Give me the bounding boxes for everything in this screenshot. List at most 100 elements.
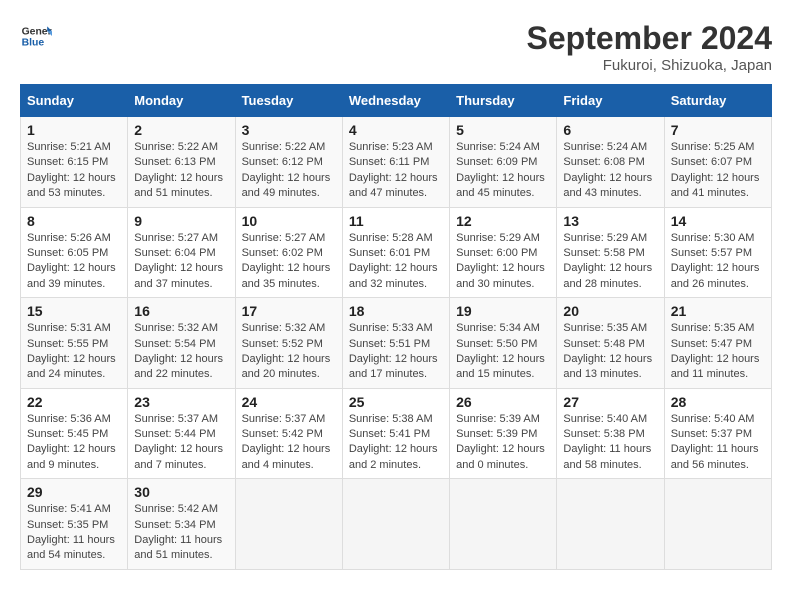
- calendar-cell: 5 Sunrise: 5:24 AMSunset: 6:09 PMDaylight…: [450, 117, 557, 208]
- day-number: 17: [242, 303, 336, 319]
- day-number: 22: [27, 394, 121, 410]
- day-number: 20: [563, 303, 657, 319]
- day-info: Sunrise: 5:22 AMSunset: 6:13 PMDaylight:…: [134, 140, 228, 202]
- weekday-header: Wednesday: [342, 85, 449, 117]
- day-info: Sunrise: 5:26 AMSunset: 6:05 PMDaylight:…: [27, 231, 121, 293]
- calendar-cell: 6Sunrise: 5:24 AMSunset: 6:08 PMDaylight…: [557, 117, 664, 208]
- day-info: Sunrise: 5:42 AMSunset: 5:34 PMDaylight:…: [134, 502, 228, 564]
- weekday-header: Tuesday: [235, 85, 342, 117]
- day-info: Sunrise: 5:23 AMSunset: 6:11 PMDaylight:…: [349, 140, 443, 202]
- weekday-header: Saturday: [664, 85, 771, 117]
- day-info: Sunrise: 5:37 AMSunset: 5:42 PMDaylight:…: [242, 412, 336, 474]
- page-header: General Blue September 2024 Fukuroi, Shi…: [20, 20, 772, 74]
- day-info: Sunrise: 5:29 AMSunset: 5:58 PMDaylight:…: [563, 231, 657, 293]
- location-subtitle: Fukuroi, Shizuoka, Japan: [527, 57, 772, 74]
- calendar-cell: 21 Sunrise: 5:35 AMSunset: 5:47 PMDayligh…: [664, 298, 771, 389]
- calendar-cell: 10 Sunrise: 5:27 AMSunset: 6:02 PMDayligh…: [235, 207, 342, 298]
- calendar-week-row: 22 Sunrise: 5:36 AMSunset: 5:45 PMDayligh…: [21, 388, 772, 479]
- day-info: Sunrise: 5:30 AMSunset: 5:57 PMDaylight:…: [671, 231, 765, 293]
- calendar-cell: 3 Sunrise: 5:22 AMSunset: 6:12 PMDaylight…: [235, 117, 342, 208]
- calendar-cell: [235, 479, 342, 570]
- day-info: Sunrise: 5:36 AMSunset: 5:45 PMDaylight:…: [27, 412, 121, 474]
- calendar-cell: 28Sunrise: 5:40 AMSunset: 5:37 PMDayligh…: [664, 388, 771, 479]
- weekday-header: Monday: [128, 85, 235, 117]
- weekday-header: Sunday: [21, 85, 128, 117]
- calendar-cell: 9Sunrise: 5:27 AMSunset: 6:04 PMDaylight…: [128, 207, 235, 298]
- day-info: Sunrise: 5:40 AMSunset: 5:38 PMDaylight:…: [563, 412, 657, 474]
- month-title: September 2024: [527, 20, 772, 57]
- calendar-cell: 16Sunrise: 5:32 AMSunset: 5:54 PMDayligh…: [128, 298, 235, 389]
- day-number: 26: [456, 394, 550, 410]
- day-info: Sunrise: 5:39 AMSunset: 5:39 PMDaylight:…: [456, 412, 550, 474]
- day-number: 14: [671, 213, 765, 229]
- day-info: Sunrise: 5:24 AMSunset: 6:08 PMDaylight:…: [563, 140, 657, 202]
- calendar-cell: 30 Sunrise: 5:42 AMSunset: 5:34 PMDayligh…: [128, 479, 235, 570]
- calendar-cell: 29 Sunrise: 5:41 AMSunset: 5:35 PMDayligh…: [21, 479, 128, 570]
- day-info: Sunrise: 5:35 AMSunset: 5:47 PMDaylight:…: [671, 321, 765, 383]
- day-info: Sunrise: 5:38 AMSunset: 5:41 PMDaylight:…: [349, 412, 443, 474]
- day-info: Sunrise: 5:31 AMSunset: 5:55 PMDaylight:…: [27, 321, 121, 383]
- day-number: 30: [134, 484, 228, 500]
- day-info: Sunrise: 5:22 AMSunset: 6:12 PMDaylight:…: [242, 140, 336, 202]
- calendar-cell: 19 Sunrise: 5:34 AMSunset: 5:50 PMDayligh…: [450, 298, 557, 389]
- calendar-cell: [450, 479, 557, 570]
- day-number: 5: [456, 122, 550, 138]
- day-info: Sunrise: 5:33 AMSunset: 5:51 PMDaylight:…: [349, 321, 443, 383]
- day-number: 24: [242, 394, 336, 410]
- day-number: 23: [134, 394, 228, 410]
- calendar-cell: 7Sunrise: 5:25 AMSunset: 6:07 PMDaylight…: [664, 117, 771, 208]
- calendar-cell: 18Sunrise: 5:33 AMSunset: 5:51 PMDayligh…: [342, 298, 449, 389]
- calendar-cell: 11 Sunrise: 5:28 AMSunset: 6:01 PMDayligh…: [342, 207, 449, 298]
- day-number: 12: [456, 213, 550, 229]
- calendar-cell: 23 Sunrise: 5:37 AMSunset: 5:44 PMDayligh…: [128, 388, 235, 479]
- day-info: Sunrise: 5:34 AMSunset: 5:50 PMDaylight:…: [456, 321, 550, 383]
- svg-text:Blue: Blue: [22, 38, 45, 49]
- day-number: 29: [27, 484, 121, 500]
- day-number: 25: [349, 394, 443, 410]
- day-info: Sunrise: 5:41 AMSunset: 5:35 PMDaylight:…: [27, 502, 121, 564]
- day-info: Sunrise: 5:40 AMSunset: 5:37 PMDaylight:…: [671, 412, 765, 474]
- day-number: 1: [27, 122, 121, 138]
- calendar-cell: 15 Sunrise: 5:31 AMSunset: 5:55 PMDayligh…: [21, 298, 128, 389]
- calendar-week-row: 15 Sunrise: 5:31 AMSunset: 5:55 PMDayligh…: [21, 298, 772, 389]
- day-number: 11: [349, 213, 443, 229]
- day-info: Sunrise: 5:32 AMSunset: 5:52 PMDaylight:…: [242, 321, 336, 383]
- day-number: 8: [27, 213, 121, 229]
- weekday-header: Thursday: [450, 85, 557, 117]
- calendar-cell: 22 Sunrise: 5:36 AMSunset: 5:45 PMDayligh…: [21, 388, 128, 479]
- calendar-cell: 1Sunrise: 5:21 AMSunset: 6:15 PMDaylight…: [21, 117, 128, 208]
- day-info: Sunrise: 5:27 AMSunset: 6:02 PMDaylight:…: [242, 231, 336, 293]
- day-number: 2: [134, 122, 228, 138]
- calendar-cell: 4 Sunrise: 5:23 AMSunset: 6:11 PMDaylight…: [342, 117, 449, 208]
- calendar-cell: 26 Sunrise: 5:39 AMSunset: 5:39 PMDayligh…: [450, 388, 557, 479]
- logo: General Blue: [20, 20, 52, 52]
- logo-icon: General Blue: [20, 20, 52, 52]
- calendar-cell: 27Sunrise: 5:40 AMSunset: 5:38 PMDayligh…: [557, 388, 664, 479]
- day-info: Sunrise: 5:28 AMSunset: 6:01 PMDaylight:…: [349, 231, 443, 293]
- day-info: Sunrise: 5:25 AMSunset: 6:07 PMDaylight:…: [671, 140, 765, 202]
- weekday-header: Friday: [557, 85, 664, 117]
- day-number: 21: [671, 303, 765, 319]
- calendar-cell: 20 Sunrise: 5:35 AMSunset: 5:48 PMDayligh…: [557, 298, 664, 389]
- calendar-cell: 24 Sunrise: 5:37 AMSunset: 5:42 PMDayligh…: [235, 388, 342, 479]
- calendar-cell: 25 Sunrise: 5:38 AMSunset: 5:41 PMDayligh…: [342, 388, 449, 479]
- calendar-week-row: 8 Sunrise: 5:26 AMSunset: 6:05 PMDaylight…: [21, 207, 772, 298]
- calendar-cell: 12 Sunrise: 5:29 AMSunset: 6:00 PMDayligh…: [450, 207, 557, 298]
- day-number: 4: [349, 122, 443, 138]
- calendar-cell: 8 Sunrise: 5:26 AMSunset: 6:05 PMDaylight…: [21, 207, 128, 298]
- day-number: 3: [242, 122, 336, 138]
- day-info: Sunrise: 5:35 AMSunset: 5:48 PMDaylight:…: [563, 321, 657, 383]
- day-number: 15: [27, 303, 121, 319]
- day-info: Sunrise: 5:27 AMSunset: 6:04 PMDaylight:…: [134, 231, 228, 293]
- day-info: Sunrise: 5:37 AMSunset: 5:44 PMDaylight:…: [134, 412, 228, 474]
- day-number: 10: [242, 213, 336, 229]
- calendar-cell: 2 Sunrise: 5:22 AMSunset: 6:13 PMDaylight…: [128, 117, 235, 208]
- calendar-cell: [342, 479, 449, 570]
- day-number: 19: [456, 303, 550, 319]
- calendar-week-row: 1Sunrise: 5:21 AMSunset: 6:15 PMDaylight…: [21, 117, 772, 208]
- day-info: Sunrise: 5:24 AMSunset: 6:09 PMDaylight:…: [456, 140, 550, 202]
- day-info: Sunrise: 5:29 AMSunset: 6:00 PMDaylight:…: [456, 231, 550, 293]
- calendar-week-row: 29 Sunrise: 5:41 AMSunset: 5:35 PMDayligh…: [21, 479, 772, 570]
- day-number: 16: [134, 303, 228, 319]
- calendar-cell: [557, 479, 664, 570]
